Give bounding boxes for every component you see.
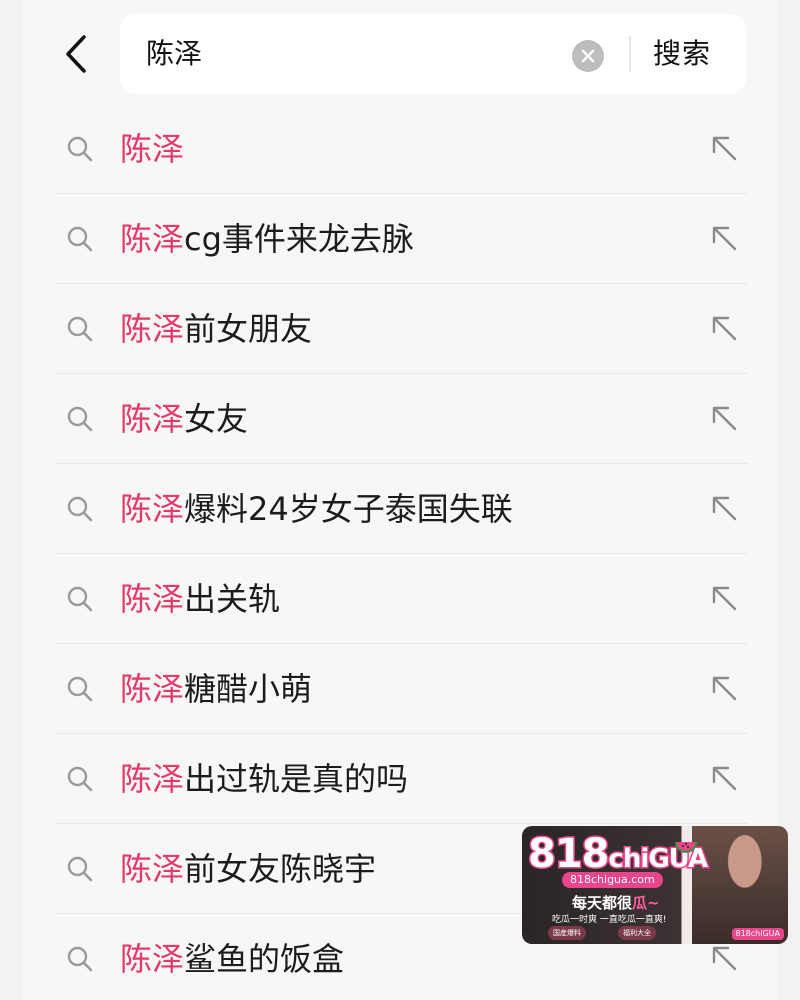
arrow-up-left-icon[interactable] [708, 672, 740, 704]
suggestion-item[interactable]: 陈泽女友 [56, 374, 748, 464]
ad-corner-badge: 818chiGUA [731, 928, 784, 940]
suggestion-item[interactable]: 陈泽爆料24岁女子泰国失联 [56, 464, 748, 554]
suggestion-text: 陈泽 [120, 130, 184, 168]
arrow-up-left-icon[interactable] [708, 762, 740, 794]
suggestion-rest: 出过轨是真的吗 [184, 760, 409, 798]
suggestion-highlight: 陈泽 [120, 400, 185, 438]
arrow-up-left-icon[interactable] [708, 942, 740, 974]
suggestion-text: 陈泽前女友陈晓宇 [120, 850, 376, 888]
suggestion-text: 陈泽cg事件来龙去脉 [120, 220, 414, 258]
ad-domain: 818chigua.com [562, 872, 663, 888]
search-submit-button[interactable]: 搜索 [653, 34, 711, 74]
suggestion-item[interactable]: 陈泽前女朋友 [56, 284, 748, 374]
suggestion-item[interactable]: 陈泽糖醋小萌 [56, 644, 748, 734]
search-icon [67, 316, 93, 342]
search-icon [67, 226, 93, 252]
arrow-up-left-icon[interactable] [708, 132, 740, 164]
suggestion-highlight: 陈泽 [120, 850, 185, 888]
suggestion-rest: 鲨鱼的饭盒 [184, 940, 345, 978]
search-icon [67, 406, 93, 432]
suggestion-rest: 爆料24岁女子泰国失联 [184, 490, 513, 528]
search-icon [67, 766, 93, 792]
search-header: 陈泽 搜索 [22, 0, 778, 112]
suggestion-item[interactable]: 陈泽 [56, 104, 748, 194]
suggestion-rest: 出关轨 [184, 580, 281, 618]
ad-banner[interactable]: 818chiGUA 818chigua.com 每天都很瓜~ 吃瓜一时爽 一直吃… [522, 826, 788, 944]
suggestion-text: 陈泽前女朋友 [120, 310, 312, 348]
arrow-up-left-icon[interactable] [708, 222, 740, 254]
suggestion-highlight: 陈泽 [120, 310, 185, 348]
clear-button[interactable] [572, 40, 604, 72]
ad-slogan: 每天都很瓜~ [572, 894, 660, 912]
search-icon [67, 676, 93, 702]
arrow-up-left-icon[interactable] [708, 582, 740, 614]
suggestion-text: 陈泽鲨鱼的饭盒 [120, 940, 344, 978]
suggestion-text: 陈泽女友 [120, 400, 248, 438]
back-button[interactable] [56, 30, 96, 78]
suggestion-highlight: 陈泽 [120, 490, 185, 528]
suggestion-rest: 女友 [184, 400, 249, 438]
suggestion-text: 陈泽出过轨是真的吗 [120, 760, 408, 798]
search-icon [67, 856, 93, 882]
search-icon [67, 946, 93, 972]
ad-pill-left: 国産爆料 [548, 926, 586, 940]
suggestion-highlight: 陈泽 [120, 580, 185, 618]
suggestion-text: 陈泽糖醋小萌 [120, 670, 312, 708]
search-icon [67, 136, 93, 162]
suggestion-highlight: 陈泽 [120, 130, 185, 168]
arrow-up-left-icon[interactable] [708, 312, 740, 344]
suggestion-highlight: 陈泽 [120, 940, 185, 978]
search-input[interactable]: 陈泽 搜索 [120, 14, 746, 94]
search-divider [629, 36, 631, 72]
ad-subtext: 吃瓜一时爽 一直吃瓜一直爽! [552, 915, 667, 925]
suggestion-highlight: 陈泽 [120, 760, 185, 798]
suggestion-rest: 糖醋小萌 [184, 670, 313, 708]
suggestion-item[interactable]: 陈泽出关轨 [56, 554, 748, 644]
arrow-up-left-icon[interactable] [708, 402, 740, 434]
chevron-left-icon [66, 35, 86, 73]
suggestion-item[interactable]: 陈泽cg事件来龙去脉 [56, 194, 748, 284]
suggestion-rest: cg事件来龙去脉 [184, 220, 414, 258]
suggestion-item[interactable]: 陈泽出过轨是真的吗 [56, 734, 748, 824]
suggestion-text: 陈泽出关轨 [120, 580, 280, 618]
watermelon-icon [675, 842, 697, 853]
clear-circle-icon [581, 49, 595, 63]
suggestion-highlight: 陈泽 [120, 220, 185, 258]
suggestion-text: 陈泽爆料24岁女子泰国失联 [120, 490, 513, 528]
suggestion-rest: 前女友陈晓宇 [184, 850, 377, 888]
arrow-up-left-icon[interactable] [708, 492, 740, 524]
suggestion-rest: 前女朋友 [184, 310, 313, 348]
suggestion-highlight: 陈泽 [120, 670, 185, 708]
search-icon [67, 496, 93, 522]
search-icon [67, 586, 93, 612]
search-query-text[interactable]: 陈泽 [146, 36, 202, 72]
ad-pill-right: 福利大全 [618, 926, 656, 940]
